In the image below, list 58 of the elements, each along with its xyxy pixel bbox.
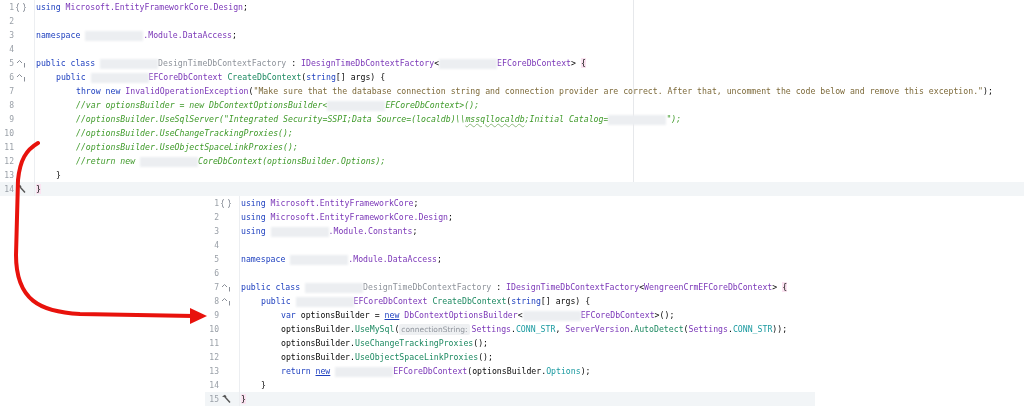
override-icon[interactable] — [16, 72, 26, 82]
code-line: //return new CoreDbContext(optionsBuilder.Options); — [34, 154, 386, 168]
line-number: 9 — [213, 310, 219, 320]
code-line: public class DesignTimeDbContextFactory : IDesignTimeDbContextFactory<WengreenCrmEFCoreDbContext> { — [239, 280, 788, 294]
code-line: public EFCoreDbContext CreateDbContext(string[] args) { — [239, 294, 591, 308]
code-line: namespace .Module.DataAccess; — [239, 252, 442, 266]
code-line: //optionsBuilder.UseSqlServer("Integrated Security=SSPI;Data Source=(localdb)\\mssqllocaldb;Initial Catalog= "); — [34, 112, 682, 126]
line-number: 11 — [3, 142, 14, 152]
code-line: optionsBuilder.UseChangeTrackingProxies(); — [239, 336, 489, 350]
line-number: 8 — [213, 296, 219, 306]
override-icon[interactable] — [221, 296, 231, 306]
braces-icon[interactable] — [16, 2, 26, 12]
line-number: 3 — [213, 226, 219, 236]
code-line: } — [239, 392, 246, 406]
line-number: 10 — [208, 324, 219, 334]
code-line: } — [34, 182, 41, 196]
line-number: 1 — [213, 198, 219, 208]
code-line: public class DesignTimeDbContextFactory : IDesignTimeDbContextFactory< EFCoreDbContext> { — [34, 56, 586, 70]
line-number: 4 — [8, 44, 14, 54]
code-line: return new EFCoreDbContext(optionsBuilder.Options); — [239, 364, 591, 378]
line-number: 15 — [208, 394, 219, 404]
hammer-icon[interactable] — [221, 394, 231, 404]
code-line: var optionsBuilder = new DbContextOptionsBuilder< EFCoreDbContext>(); — [239, 308, 675, 322]
code-line: //optionsBuilder.UseObjectSpaceLinkProxies(); — [34, 140, 298, 154]
code-line: using .Module.Constants; — [239, 224, 418, 238]
line-number: 14 — [208, 380, 219, 390]
override-icon[interactable] — [16, 58, 26, 68]
line-number: 2 — [213, 212, 219, 222]
line-number: 10 — [3, 128, 14, 138]
code-line: using Microsoft.EntityFrameworkCore.Design; — [34, 0, 248, 14]
code-line: //var optionsBuilder = new DbContextOptionsBuilder< EFCoreDbContext>(); — [34, 98, 480, 112]
line-number: 1 — [8, 2, 14, 12]
braces-icon[interactable] — [221, 198, 231, 208]
line-number: 13 — [208, 366, 219, 376]
line-number: 8 — [8, 100, 14, 110]
line-number: 14 — [3, 184, 14, 194]
line-number: 12 — [208, 352, 219, 362]
line-number: 6 — [8, 72, 14, 82]
line-number: 5 — [8, 58, 14, 68]
line-number: 3 — [8, 30, 14, 40]
line-number: 11 — [208, 338, 219, 348]
code-line: namespace .Module.DataAccess; — [34, 28, 237, 42]
code-line: using Microsoft.EntityFrameworkCore; — [239, 196, 419, 210]
line-number: 7 — [8, 86, 14, 96]
line-number: 4 — [213, 240, 219, 250]
line-number: 13 — [3, 170, 14, 180]
override-icon[interactable] — [221, 282, 231, 292]
line-number: 9 — [8, 114, 14, 124]
code-line: throw new InvalidOperationException("Make sure that the database connection string and connection provider are correct. After that, uncomment the code below and remove this exception."); — [34, 84, 993, 98]
line-number: 2 — [8, 16, 14, 26]
code-line: optionsBuilder.UseObjectSpaceLinkProxies(); — [239, 350, 493, 364]
line-number: 5 — [213, 254, 219, 264]
code-line: public EFCoreDbContext CreateDbContext(string[] args) { — [34, 70, 386, 84]
code-line: using Microsoft.EntityFrameworkCore.Design; — [239, 210, 453, 224]
line-number: 6 — [213, 268, 219, 278]
code-line: //optionsBuilder.UseChangeTrackingProxies(); — [34, 126, 293, 140]
line-number: 7 — [213, 282, 219, 292]
line-number: 12 — [3, 156, 14, 166]
